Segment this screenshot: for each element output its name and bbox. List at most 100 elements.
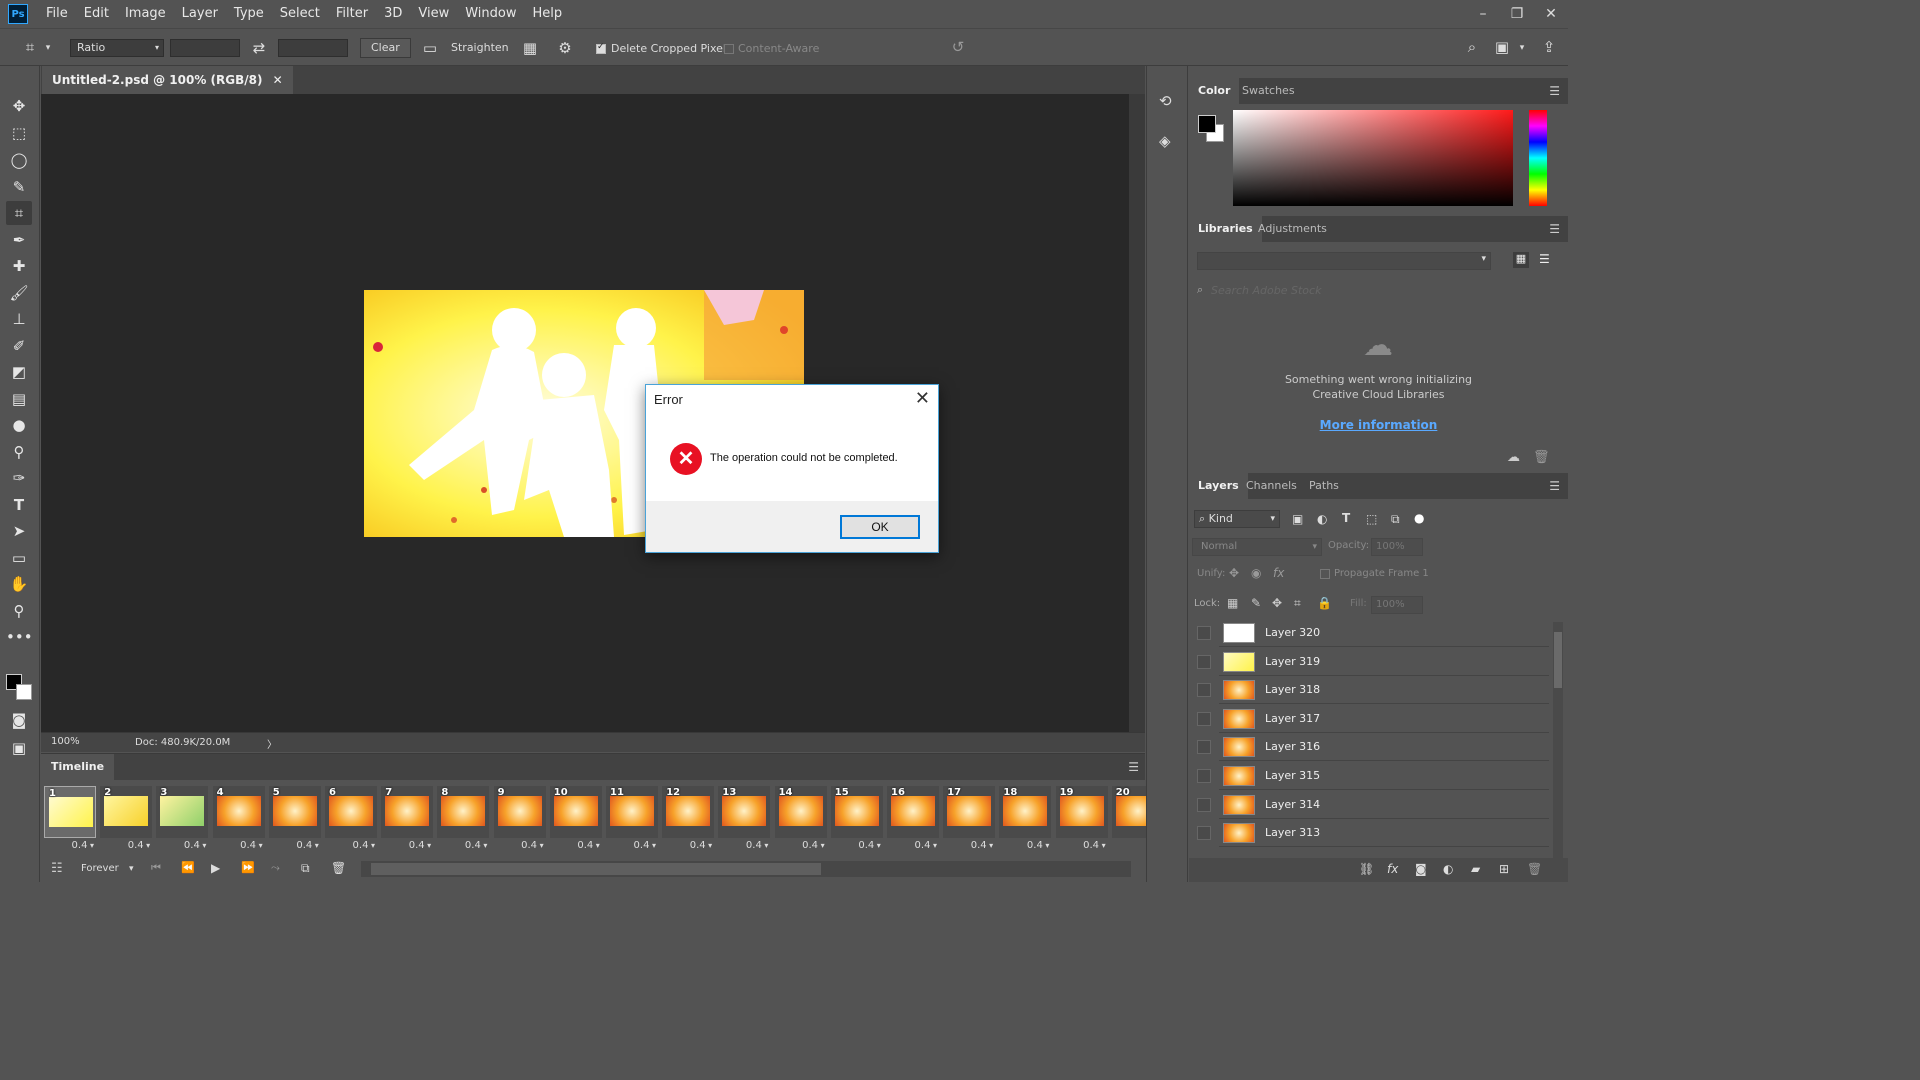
timeline-scroll-thumb[interactable] <box>371 863 821 875</box>
more-tools-icon[interactable]: ••• <box>6 625 33 649</box>
list-view-icon[interactable]: ☰ <box>1539 252 1550 266</box>
frame-delay[interactable]: 0.4 ▾ <box>775 840 827 851</box>
crop-tool-preset-icon[interactable]: ⌗ <box>18 38 42 56</box>
layer-visibility-toggle[interactable] <box>1197 711 1211 726</box>
menu-image[interactable]: Image <box>117 0 174 28</box>
straighten-icon[interactable]: ▭ <box>418 39 442 57</box>
opacity-input[interactable]: 100% <box>1371 538 1423 556</box>
layer-visibility-toggle[interactable] <box>1197 797 1211 812</box>
blend-mode-dropdown[interactable]: Normal ▾ <box>1192 538 1322 556</box>
canvas-vertical-scrollbar[interactable] <box>1129 94 1145 732</box>
tab-adjustments[interactable]: Adjustments <box>1249 216 1336 242</box>
menu-window[interactable]: Window <box>457 0 524 28</box>
timeline-frame[interactable]: 7 <box>381 786 434 838</box>
minimize-button[interactable]: – <box>1466 0 1500 28</box>
timeline-frame[interactable]: 18 <box>999 786 1052 838</box>
rectangle-tool-icon[interactable]: ▭ <box>6 546 32 570</box>
lock-pixels-icon[interactable]: ✎ <box>1251 596 1261 610</box>
foreground-color-swatch[interactable] <box>1198 115 1216 133</box>
frame-delay[interactable]: 0.4 ▾ <box>269 840 321 851</box>
frame-delay[interactable]: 0.4 ▾ <box>381 840 433 851</box>
clear-button[interactable]: Clear <box>360 38 411 58</box>
delete-layer-icon[interactable]: 🗑 <box>1527 862 1542 876</box>
menu-3d[interactable]: 3D <box>376 0 410 28</box>
smart-object-filter-icon[interactable]: ⧉ <box>1391 512 1400 527</box>
menu-type[interactable]: Type <box>226 0 272 28</box>
next-frame-icon[interactable]: ⏩ <box>241 861 255 874</box>
close-tab-icon[interactable]: ✕ <box>273 73 283 87</box>
ratio-width-input[interactable] <box>170 39 240 57</box>
panel-menu-icon[interactable]: ☰ <box>1549 216 1560 242</box>
lasso-tool-icon[interactable]: ◯ <box>6 148 32 172</box>
play-icon[interactable]: ▶ <box>211 861 220 875</box>
timeline-frame[interactable]: 11 <box>606 786 658 838</box>
fill-input[interactable]: 100% <box>1371 596 1423 614</box>
frame-delay[interactable]: 0.4 ▾ <box>831 840 883 851</box>
marquee-tool-icon[interactable]: ⬚ <box>6 121 32 145</box>
path-selection-tool-icon[interactable]: ➤ <box>6 519 32 543</box>
layer-visibility-toggle[interactable] <box>1197 626 1211 640</box>
frame-delay[interactable]: 0.4 ▾ <box>606 840 658 851</box>
adjustment-filter-icon[interactable]: ◐ <box>1317 512 1327 526</box>
timeline-menu-icon[interactable]: ☷ <box>51 861 63 876</box>
layer-visibility-toggle[interactable] <box>1197 654 1211 669</box>
close-button[interactable]: ✕ <box>1534 0 1568 28</box>
workspace-icon[interactable]: ▣ <box>1490 38 1514 56</box>
ratio-height-input[interactable] <box>278 39 348 57</box>
filter-toggle-icon[interactable]: ● <box>1414 511 1424 525</box>
unify-visibility-icon[interactable]: ◉ <box>1251 566 1261 580</box>
content-aware-checkbox[interactable] <box>724 44 734 54</box>
frame-delay[interactable]: 0.4 ▾ <box>437 840 489 851</box>
zoom-tool-icon[interactable]: ⚲ <box>6 599 32 623</box>
layer-mask-icon[interactable]: ◙ <box>1415 862 1427 876</box>
library-dropdown[interactable]: ▾ <box>1197 252 1491 270</box>
panel-menu-icon[interactable]: ☰ <box>1549 78 1560 104</box>
eraser-tool-icon[interactable]: ◩ <box>6 360 32 384</box>
menu-file[interactable]: File <box>38 0 76 28</box>
frame-delay[interactable]: 0.4 ▾ <box>100 840 152 851</box>
gear-icon[interactable]: ⚙ <box>553 39 577 57</box>
quick-mask-icon[interactable]: ◙ <box>6 708 32 732</box>
frame-delay[interactable]: 0.4 ▾ <box>550 840 602 851</box>
new-group-icon[interactable]: ▰ <box>1471 862 1480 876</box>
ok-button[interactable]: OK <box>840 515 920 539</box>
adjustment-layer-icon[interactable]: ◐ <box>1443 862 1453 876</box>
layer-row[interactable]: Layer 315 <box>1219 762 1549 790</box>
timeline-frame[interactable]: 12 <box>662 786 715 838</box>
chevron-down-icon[interactable]: ▾ <box>129 864 134 874</box>
blur-tool-icon[interactable]: ● <box>6 413 32 437</box>
layer-row[interactable]: Layer 319 <box>1219 647 1549 676</box>
menu-edit[interactable]: Edit <box>76 0 117 28</box>
loop-selector[interactable]: Forever <box>81 863 119 874</box>
stock-search-input[interactable]: Search Adobe Stock <box>1211 284 1321 297</box>
layer-kind-filter[interactable]: ⌕ Kind ▾ <box>1194 510 1280 528</box>
layer-row[interactable]: Layer 318 <box>1219 676 1549 705</box>
frame-delay[interactable]: 0.4 ▾ <box>1056 840 1108 851</box>
dodge-tool-icon[interactable]: ⚲ <box>6 440 32 464</box>
panel-menu-icon[interactable]: ☰ <box>1128 760 1139 774</box>
frame-delay[interactable]: 0.4 ▾ <box>718 840 770 851</box>
restore-button[interactable]: ❐ <box>1500 0 1534 28</box>
tab-channels[interactable]: Channels <box>1237 473 1306 499</box>
zoom-level[interactable]: 100% <box>51 736 80 747</box>
timeline-frame[interactable]: 5 <box>268 786 321 838</box>
layer-row[interactable]: Layer 317 <box>1219 704 1549 733</box>
timeline-horizontal-scrollbar[interactable] <box>361 861 1131 877</box>
lock-artboard-icon[interactable]: ⌗ <box>1294 596 1301 611</box>
delete-cropped-checkbox[interactable] <box>596 42 606 54</box>
shape-filter-icon[interactable]: ⬚ <box>1366 512 1377 526</box>
unify-style-icon[interactable]: fx <box>1273 566 1284 580</box>
frame-delay[interactable]: 0.4 ▾ <box>662 840 714 851</box>
frame-delay[interactable]: 0.4 ▾ <box>943 840 995 851</box>
gradient-tool-icon[interactable]: ▤ <box>6 387 32 411</box>
frame-delay[interactable]: 0.4 ▾ <box>156 840 208 851</box>
frame-delay[interactable]: 0.4 ▾ <box>887 840 939 851</box>
properties-panel-icon[interactable]: ◈ <box>1159 132 1171 150</box>
eyedropper-tool-icon[interactable]: ✒ <box>6 228 32 252</box>
lock-all-icon[interactable]: 🔒 <box>1317 596 1332 610</box>
timeline-frame[interactable]: 1 <box>44 786 96 838</box>
stamp-tool-icon[interactable]: ⊥ <box>6 307 32 331</box>
lock-transparent-icon[interactable]: ▦ <box>1227 596 1238 610</box>
quick-select-tool-icon[interactable]: ✎ <box>6 175 32 199</box>
layer-row[interactable]: Layer 320 <box>1219 619 1549 647</box>
